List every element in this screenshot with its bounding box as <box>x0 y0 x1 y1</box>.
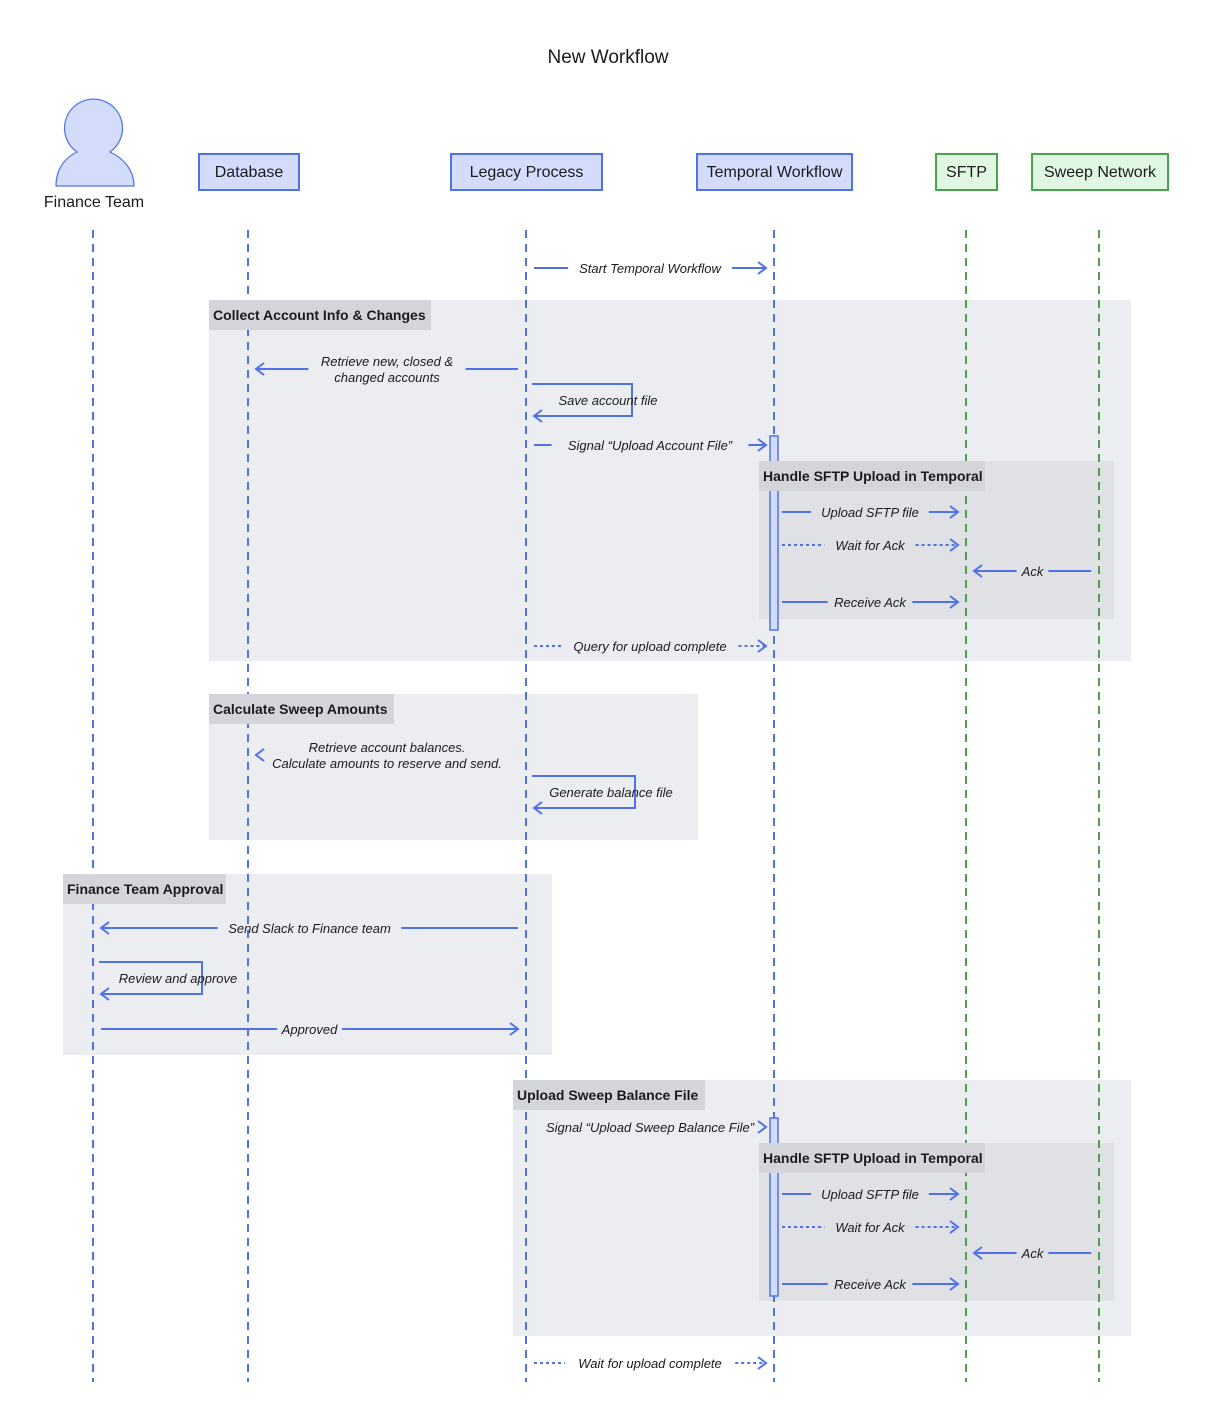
message-label: Approved <box>281 1022 338 1037</box>
person-icon <box>55 98 135 187</box>
message-label: Generate balance file <box>549 785 673 800</box>
message: Wait for upload complete <box>534 1356 768 1371</box>
group-label: Upload Sweep Balance File <box>517 1087 698 1103</box>
message: Signal “Upload Account File” <box>534 438 768 453</box>
actor-finance-team: Finance Team <box>44 98 144 211</box>
participant-label: Database <box>215 164 284 181</box>
message-label: Signal “Upload Account File” <box>568 438 733 453</box>
message-label: Query for upload complete <box>573 639 726 654</box>
participant-label: Sweep Network <box>1044 164 1157 181</box>
message-label: Ack <box>1021 1246 1045 1261</box>
group-label: Handle SFTP Upload in Temporal <box>763 468 983 484</box>
message-label: Save account file <box>558 393 657 408</box>
message-label: Calculate amounts to reserve and send. <box>272 756 502 771</box>
message-label: changed accounts <box>334 370 440 385</box>
participant-legacy: Legacy Process <box>450 153 603 191</box>
diagram-title: New Workflow <box>547 47 668 68</box>
participant-label: Legacy Process <box>470 164 584 181</box>
message-label: Wait for Ack <box>835 538 906 553</box>
group-label: Calculate Sweep Amounts <box>213 701 388 717</box>
participant-sftp: SFTP <box>935 153 998 191</box>
message-label: Send Slack to Finance team <box>228 921 391 936</box>
group-label: Finance Team Approval <box>67 881 223 897</box>
message-label: Receive Ack <box>834 595 907 610</box>
message-label: Start Temporal Workflow <box>579 261 722 276</box>
participant-temporal: Temporal Workflow <box>696 153 853 191</box>
participant-label: Finance Team <box>44 194 144 211</box>
message-label: Upload SFTP file <box>821 505 919 520</box>
message-label: Wait for Ack <box>835 1220 906 1235</box>
participant-db: Database <box>198 153 300 191</box>
participant-label: SFTP <box>946 164 987 181</box>
group-label: Handle SFTP Upload in Temporal <box>763 1150 983 1166</box>
message-label: Upload SFTP file <box>821 1187 919 1202</box>
message-label: Receive Ack <box>834 1277 907 1292</box>
message-label: Retrieve new, closed & <box>321 354 453 369</box>
message-label: Wait for upload complete <box>578 1356 722 1371</box>
group-label: Collect Account Info & Changes <box>213 307 426 323</box>
message: Start Temporal Workflow <box>534 261 768 276</box>
message: Signal “Upload Sweep Balance File” <box>546 1120 768 1135</box>
participant-label: Temporal Workflow <box>707 164 843 181</box>
message-label: Ack <box>1021 564 1045 579</box>
participant-sweep: Sweep Network <box>1031 153 1169 191</box>
sequence-diagram: New Workflow Collect Account Info & Chan… <box>44 47 1169 1382</box>
message-label: Retrieve account balances. <box>309 740 466 755</box>
message-label: Review and approve <box>119 971 238 986</box>
message-label: Signal “Upload Sweep Balance File” <box>546 1120 755 1135</box>
